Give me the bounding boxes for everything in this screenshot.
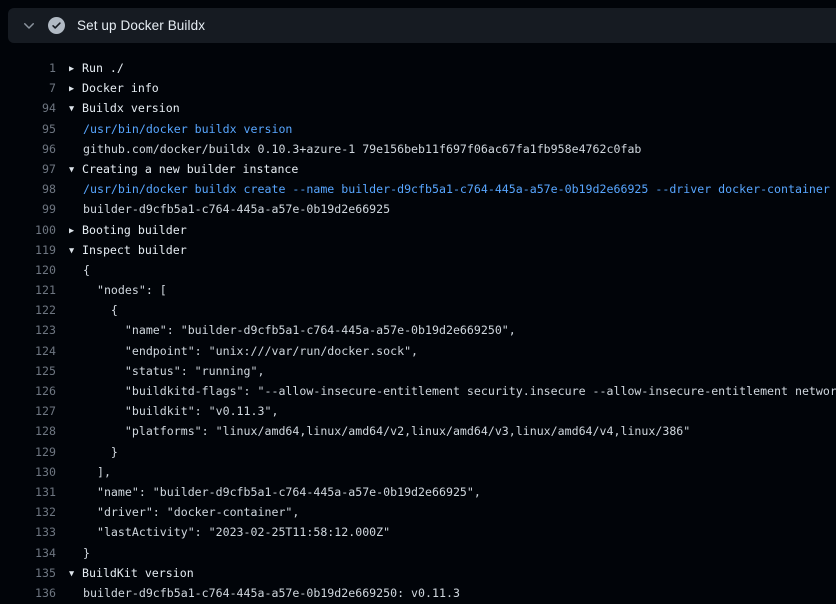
- log-line: 120 {: [0, 260, 836, 280]
- log-line: 95 /usr/bin/docker buildx version: [0, 119, 836, 139]
- log-line-text: "buildkit": "v0.11.3",: [69, 401, 278, 421]
- log-line-text: "nodes": [: [69, 280, 167, 300]
- triangle-expanded-icon: ▼: [69, 564, 82, 584]
- step-header[interactable]: Set up Docker Buildx: [8, 8, 836, 43]
- line-number[interactable]: 134: [0, 543, 56, 563]
- line-number[interactable]: 121: [0, 280, 56, 300]
- line-number[interactable]: 136: [0, 583, 56, 603]
- line-number[interactable]: 128: [0, 421, 56, 441]
- check-circle-icon: [48, 17, 65, 34]
- line-number[interactable]: 130: [0, 462, 56, 482]
- log-group-header[interactable]: ▶Run ./: [69, 58, 124, 78]
- log-line-text: ],: [69, 462, 111, 482]
- log-line-text: "name": "builder-d9cfb5a1-c764-445a-a57e…: [69, 320, 516, 340]
- log-line: 123 "name": "builder-d9cfb5a1-c764-445a-…: [0, 320, 836, 340]
- log-line-text: "endpoint": "unix:///var/run/docker.sock…: [69, 341, 418, 361]
- line-number[interactable]: 1: [0, 58, 56, 78]
- log-line: 119 ▼Inspect builder: [0, 240, 836, 260]
- triangle-expanded-icon: ▼: [69, 99, 82, 119]
- chevron-down-icon[interactable]: [21, 18, 37, 34]
- log-line-text: "platforms": "linux/amd64,linux/amd64/v2…: [69, 421, 690, 441]
- line-number[interactable]: 100: [0, 220, 56, 240]
- log-line-text: "name": "builder-d9cfb5a1-c764-445a-a57e…: [69, 482, 481, 502]
- line-number[interactable]: 94: [0, 98, 56, 118]
- line-number[interactable]: 99: [0, 199, 56, 219]
- log-line-text: builder-d9cfb5a1-c764-445a-a57e-0b19d2e6…: [69, 199, 390, 219]
- log-line: 100 ▶Booting builder: [0, 220, 836, 240]
- log-line: 94 ▼Buildx version: [0, 98, 836, 118]
- log-line: 126 "buildkitd-flags": "--allow-insecure…: [0, 381, 836, 401]
- line-number[interactable]: 120: [0, 260, 56, 280]
- log-line: 122 {: [0, 300, 836, 320]
- line-number[interactable]: 126: [0, 381, 56, 401]
- log-line: 135 ▼BuildKit version: [0, 563, 836, 583]
- log-line-text: {: [69, 260, 90, 280]
- log-line: 131 "name": "builder-d9cfb5a1-c764-445a-…: [0, 482, 836, 502]
- log-line: 99 builder-d9cfb5a1-c764-445a-a57e-0b19d…: [0, 199, 836, 219]
- log-line: 7 ▶Docker info: [0, 78, 836, 98]
- triangle-collapsed-icon: ▶: [69, 59, 82, 79]
- log-group-header[interactable]: ▼Inspect builder: [69, 240, 187, 260]
- log-line: 125 "status": "running",: [0, 361, 836, 381]
- log-line-text: github.com/docker/buildx 0.10.3+azure-1 …: [69, 139, 641, 159]
- line-number[interactable]: 125: [0, 361, 56, 381]
- log-line: 96 github.com/docker/buildx 0.10.3+azure…: [0, 139, 836, 159]
- log-line: 132 "driver": "docker-container",: [0, 502, 836, 522]
- triangle-collapsed-icon: ▶: [69, 79, 82, 99]
- log-line-text: /usr/bin/docker buildx version: [69, 119, 292, 139]
- line-number[interactable]: 132: [0, 502, 56, 522]
- log-group-header[interactable]: ▶Docker info: [69, 78, 159, 98]
- line-number[interactable]: 7: [0, 78, 56, 98]
- line-number[interactable]: 123: [0, 320, 56, 340]
- log-line: 134 }: [0, 543, 836, 563]
- log-line: 133 "lastActivity": "2023-02-25T11:58:12…: [0, 522, 836, 542]
- triangle-collapsed-icon: ▶: [69, 221, 82, 241]
- line-number[interactable]: 122: [0, 300, 56, 320]
- line-number[interactable]: 124: [0, 341, 56, 361]
- line-number[interactable]: 98: [0, 179, 56, 199]
- log-line-text: "lastActivity": "2023-02-25T11:58:12.000…: [69, 522, 390, 542]
- log-line: 130 ],: [0, 462, 836, 482]
- log-group-header[interactable]: ▼BuildKit version: [69, 563, 194, 583]
- log-group-header[interactable]: ▶Booting builder: [69, 220, 187, 240]
- log-line: 129 }: [0, 442, 836, 462]
- log-line-text: builder-d9cfb5a1-c764-445a-a57e-0b19d2e6…: [69, 583, 460, 603]
- log-group-header[interactable]: ▼Creating a new builder instance: [69, 159, 298, 179]
- log-line-text: "buildkitd-flags": "--allow-insecure-ent…: [69, 381, 836, 401]
- log-line-text: "driver": "docker-container",: [69, 502, 299, 522]
- log-line: 97 ▼Creating a new builder instance: [0, 159, 836, 179]
- log-line-text: /usr/bin/docker buildx create --name bui…: [69, 179, 830, 199]
- log-line: 124 "endpoint": "unix:///var/run/docker.…: [0, 341, 836, 361]
- log-container: 1 ▶Run ./ 7 ▶Docker info 94 ▼Buildx vers…: [0, 43, 836, 604]
- log-line: 128 "platforms": "linux/amd64,linux/amd6…: [0, 421, 836, 441]
- log-line: 98 /usr/bin/docker buildx create --name …: [0, 179, 836, 199]
- line-number[interactable]: 96: [0, 139, 56, 159]
- line-number[interactable]: 95: [0, 119, 56, 139]
- line-number[interactable]: 97: [0, 159, 56, 179]
- line-number[interactable]: 129: [0, 442, 56, 462]
- triangle-expanded-icon: ▼: [69, 160, 82, 180]
- log-line: 121 "nodes": [: [0, 280, 836, 300]
- log-line: 1 ▶Run ./: [0, 58, 836, 78]
- log-line-text: }: [69, 442, 118, 462]
- log-line-text: "status": "running",: [69, 361, 264, 381]
- line-number[interactable]: 119: [0, 240, 56, 260]
- step-title: Set up Docker Buildx: [77, 18, 205, 33]
- log-group-header[interactable]: ▼Buildx version: [69, 98, 180, 118]
- triangle-expanded-icon: ▼: [69, 241, 82, 261]
- line-number[interactable]: 127: [0, 401, 56, 421]
- log-line-text: }: [69, 543, 90, 563]
- line-number[interactable]: 133: [0, 522, 56, 542]
- log-line: 136 builder-d9cfb5a1-c764-445a-a57e-0b19…: [0, 583, 836, 603]
- line-number[interactable]: 135: [0, 563, 56, 583]
- log-line: 127 "buildkit": "v0.11.3",: [0, 401, 836, 421]
- line-number[interactable]: 131: [0, 482, 56, 502]
- log-line-text: {: [69, 300, 118, 320]
